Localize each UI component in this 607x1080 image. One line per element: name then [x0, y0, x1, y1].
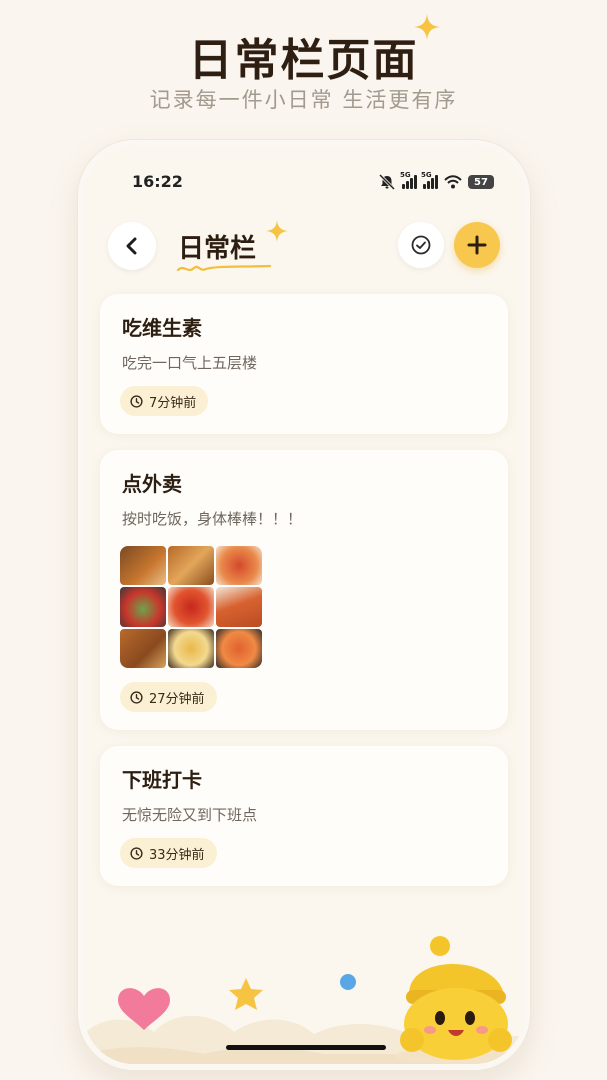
battery-icon: 57	[468, 175, 494, 189]
star-icon	[229, 978, 263, 1010]
title-underline-decoration	[176, 264, 272, 272]
clock-icon	[130, 394, 143, 408]
list-item[interactable]: 吃维生素 吃完一口气上五层楼 7分钟前	[100, 294, 508, 434]
food-photo-tile	[120, 628, 166, 668]
back-button[interactable]	[108, 222, 156, 270]
status-icons: 5G 5G 57	[378, 171, 494, 190]
mute-bell-icon	[378, 174, 396, 190]
food-photo-tile	[216, 628, 262, 668]
food-photo-tile	[216, 587, 262, 627]
sparkle-icon	[414, 14, 440, 40]
clock-icon	[130, 690, 143, 704]
time-badge: 27分钟前	[120, 682, 217, 712]
status-time: 16:22	[132, 172, 183, 191]
food-photo-tile	[216, 546, 262, 586]
entry-time: 33分钟前	[149, 847, 205, 863]
food-photo-tile	[168, 628, 214, 668]
time-badge: 7分钟前	[120, 386, 209, 416]
sparkle-icon	[266, 220, 288, 242]
clock-icon	[130, 846, 143, 860]
page-title: 日常栏	[178, 234, 257, 264]
food-photo-tile	[120, 587, 166, 627]
wifi-icon	[444, 175, 462, 189]
entry-title: 吃维生素	[122, 316, 202, 340]
entry-time: 27分钟前	[149, 691, 205, 707]
entry-title: 下班打卡	[122, 768, 202, 792]
add-button[interactable]	[454, 222, 500, 268]
entry-description: 无惊无险又到下班点	[122, 806, 258, 824]
plus-icon	[467, 235, 487, 255]
signal-label: 5G	[400, 171, 411, 179]
signal-label: 5G	[421, 171, 432, 179]
list-item[interactable]: 下班打卡 无惊无险又到下班点 33分钟前	[100, 746, 508, 886]
check-button[interactable]	[398, 222, 444, 268]
list-item[interactable]: 点外卖 按时吃饭，身体棒棒！！！ 27分钟前	[100, 450, 508, 730]
blue-ball-decoration	[340, 974, 356, 990]
chevron-left-icon	[126, 237, 137, 255]
food-photo-tile	[168, 546, 214, 586]
check-circle-icon	[411, 235, 431, 255]
home-indicator[interactable]	[226, 1045, 386, 1050]
promo-title: 日常栏页面	[188, 35, 419, 86]
promo-subtitle: 记录每一件小日常 生活更有序	[149, 88, 458, 112]
bottom-decoration	[84, 936, 524, 1064]
entry-photo[interactable]	[120, 546, 262, 668]
app-screen: 16:22 5G 5G 57 日常栏 吃维生素 吃完一口气上五层楼 7分钟前 点…	[84, 146, 524, 1064]
mascot-illustration	[394, 936, 514, 1064]
time-badge: 33分钟前	[120, 838, 217, 868]
signal-icon: 5G	[400, 171, 417, 189]
app-header: 日常栏	[84, 220, 524, 280]
status-bar: 16:22 5G 5G 57	[84, 170, 524, 194]
phone-frame: 16:22 5G 5G 57 日常栏 吃维生素 吃完一口气上五层楼 7分钟前 点…	[78, 140, 530, 1070]
entry-description: 吃完一口气上五层楼	[122, 354, 258, 372]
food-photo-tile	[120, 546, 166, 586]
entry-title: 点外卖	[122, 472, 182, 496]
entry-description: 按时吃饭，身体棒棒！！！	[122, 510, 303, 528]
entry-time: 7分钟前	[149, 395, 197, 411]
food-photo-tile	[168, 587, 214, 627]
signal-icon: 5G	[421, 171, 438, 189]
